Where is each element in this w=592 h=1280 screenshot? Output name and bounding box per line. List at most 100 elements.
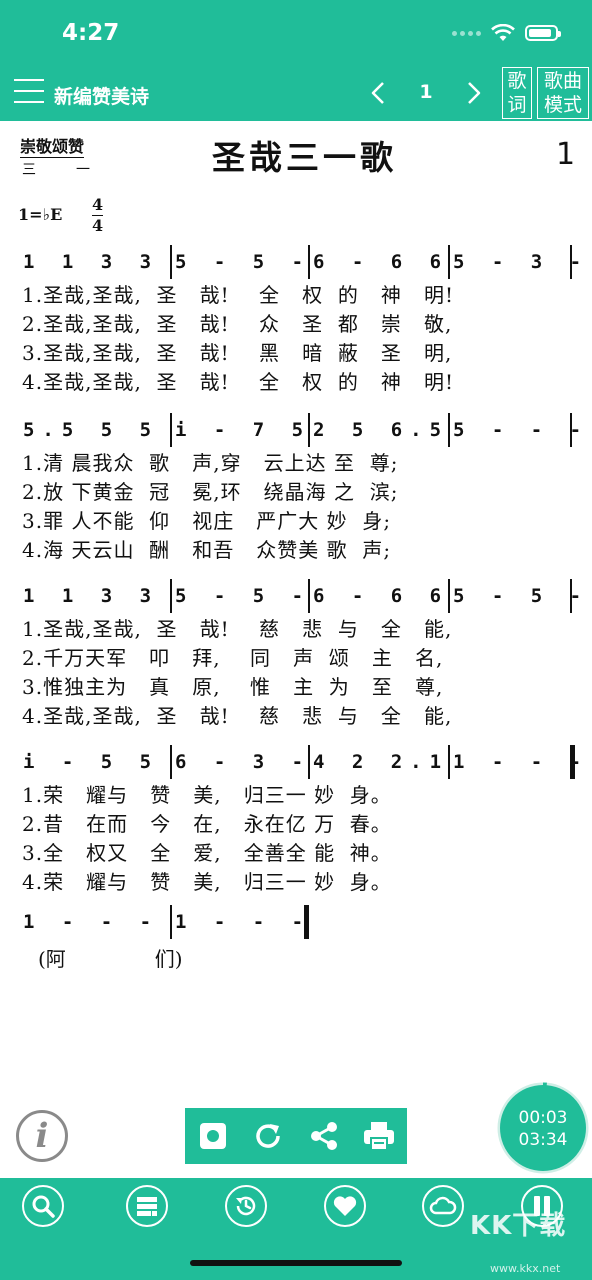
bar-line [570, 579, 572, 613]
search-icon [32, 1195, 55, 1218]
hymn-subcategory: 三一 [22, 162, 130, 178]
share-icon[interactable] [306, 1118, 342, 1154]
measure: 2 5 6.5 [312, 419, 450, 441]
playback-timer[interactable]: 00:03 03:34 [500, 1085, 586, 1171]
bar-line [170, 905, 172, 939]
menu-icon[interactable] [14, 79, 44, 103]
lyric-line: 1.圣哉,圣哉, 圣 哉! 慈 悲 与 全 能, [22, 617, 453, 641]
bar-line [308, 413, 310, 447]
music-system: 1 1 3 35 - 5 -6 - 6 65 - 3 -1.圣哉,圣哉, 圣 哉… [22, 243, 582, 397]
lyric-line: 3.罪 人不能 仰 视庄 严广大 妙 身; [22, 509, 392, 533]
status-time: 4:27 [62, 20, 120, 46]
amen-lyric: (阿 们) [38, 947, 183, 971]
song-mode-button[interactable]: 歌曲 模式 [537, 67, 589, 119]
measure: 5 - 5 - [174, 251, 312, 273]
bar-line [308, 245, 310, 279]
info-button[interactable]: i [16, 1110, 68, 1162]
cloud-icon [429, 1196, 457, 1215]
measure: 6 - 6 6 [312, 251, 450, 273]
measure: i - 5 5 [22, 751, 160, 773]
measure: i - 7 5 [174, 419, 312, 441]
bar-line [170, 245, 172, 279]
lyric-line: 1.清 晨我众 歌 声,穿 云上达 至 尊; [22, 451, 399, 475]
history-button[interactable] [225, 1185, 267, 1227]
time-sig-top: 4 [92, 195, 104, 214]
lyric-line: 4.海 天云山 酬 和吾 众赞美 歌 声; [22, 538, 392, 562]
status-icons [452, 24, 561, 42]
music-system: 5.5 5 5i - 7 52 5 6.5 5 - - -1.清 晨我众 歌 声,… [22, 411, 582, 565]
bar-line [570, 413, 572, 447]
signal-icon [452, 30, 481, 36]
lyric-line: 1.圣哉,圣哉, 圣 哉! 全 权 的 神 明! [22, 283, 455, 307]
amen-measure: 1 - - - [174, 911, 312, 933]
measure: 6 - 6 6 [312, 585, 450, 607]
battery-icon [525, 25, 561, 41]
history-icon [236, 1196, 256, 1216]
lyrics-button[interactable]: 歌 词 [502, 67, 532, 119]
top-bar: 4:27 新编赞美诗 1 歌 词 歌曲 模式 [0, 0, 592, 121]
next-page-icon[interactable] [462, 79, 486, 107]
song-title: 圣哉三一歌 [212, 138, 397, 177]
lyric-line: 3.圣哉,圣哉, 圣 哉! 黑 暗 蔽 圣 明, [22, 341, 453, 365]
lyric-line: 2.放 下黄金 冠 冕,环 绕晶海 之 滨; [22, 480, 399, 504]
bar-line [170, 745, 172, 779]
lyric-line: 3.惟独主为 真 原, 惟 主 为 至 尊, [22, 675, 444, 699]
sheet-music: 崇敬颂赞 三一 圣哉三一歌 1 1=♭E 4 4 1 1 3 35 - 5 -6… [0, 121, 592, 971]
measure: 6 - 3 - [174, 751, 312, 773]
app-title: 新编赞美诗 [54, 86, 150, 108]
notation-row: 1 1 3 35 - 5 -6 - 6 65 - 3 - [22, 243, 582, 281]
final-bar-line [304, 905, 309, 939]
bar-line [308, 579, 310, 613]
lyric-line: 4.圣哉,圣哉, 圣 哉! 慈 悲 与 全 能, [22, 704, 453, 728]
bar-line [448, 579, 450, 613]
catalog-button[interactable] [126, 1185, 168, 1227]
key-signature: 1=♭E [18, 205, 63, 224]
search-button[interactable] [22, 1185, 64, 1227]
lyric-line: 4.圣哉,圣哉, 圣 哉! 全 权 的 神 明! [22, 370, 455, 394]
total-time: 03:34 [518, 1130, 568, 1150]
cloud-button[interactable] [422, 1185, 464, 1227]
music-system: i - 5 56 - 3 -4 2 2.1 1 - - -1.荣 耀与 赞 美, … [22, 743, 582, 897]
measure: 4 2 2.1 [312, 751, 450, 773]
elapsed-time: 00:03 [518, 1108, 568, 1128]
bar-line [448, 245, 450, 279]
amen-notes: 1 - - - 1 - - - [22, 903, 342, 943]
hymn-category: 崇敬颂赞 [20, 137, 85, 158]
watermark-url: www.kkx.net [490, 1262, 561, 1275]
song-number: 1 [556, 137, 576, 172]
time-sig-bottom: 4 [92, 215, 104, 235]
lyric-line: 4.荣 耀与 赞 美, 归三一 妙 身。 [22, 870, 392, 894]
bar-line [308, 745, 310, 779]
replay-icon[interactable] [250, 1118, 286, 1154]
page-number: 1 [419, 81, 433, 103]
bar-line [170, 413, 172, 447]
prev-page-icon[interactable] [366, 79, 390, 107]
measure: 5.5 5 5 [22, 419, 160, 441]
wifi-icon [491, 24, 515, 41]
measure: 1 1 3 3 [22, 251, 160, 273]
lyric-line: 2.千万天军 叩 拜, 同 声 颂 主 名, [22, 646, 444, 670]
lyric-line: 1.荣 耀与 赞 美, 归三一 妙 身。 [22, 783, 392, 807]
action-toolbar [185, 1108, 407, 1164]
watermark: KK下载 [470, 1211, 567, 1241]
lyric-line: 2.昔 在而 今 在, 永在亿 万 春。 [22, 812, 392, 836]
notation-row: 1 1 3 35 - 5 -6 - 6 65 - 5 - [22, 577, 582, 615]
home-indicator [190, 1260, 402, 1266]
record-icon[interactable] [195, 1118, 231, 1154]
measure: 1 1 3 3 [22, 585, 160, 607]
list-icon [137, 1197, 157, 1216]
notation-row: i - 5 56 - 3 -4 2 2.1 1 - - - [22, 743, 582, 781]
lyric-line: 3.全 权又 全 爱, 全善全 能 神。 [22, 841, 392, 865]
favorite-icon [333, 1196, 357, 1216]
bar-line [170, 579, 172, 613]
bar-line [570, 245, 572, 279]
bar-line [448, 413, 450, 447]
favorite-button[interactable] [324, 1185, 366, 1227]
final-bar-line [570, 745, 575, 779]
amen-measure: 1 - - - [22, 911, 160, 933]
bar-line [448, 745, 450, 779]
measure: 5 - 5 - [174, 585, 312, 607]
lyric-line: 2.圣哉,圣哉, 圣 哉! 众 圣 都 崇 敬, [22, 312, 453, 336]
notation-row: 5.5 5 5i - 7 52 5 6.5 5 - - - [22, 411, 582, 449]
print-icon[interactable] [361, 1118, 397, 1154]
